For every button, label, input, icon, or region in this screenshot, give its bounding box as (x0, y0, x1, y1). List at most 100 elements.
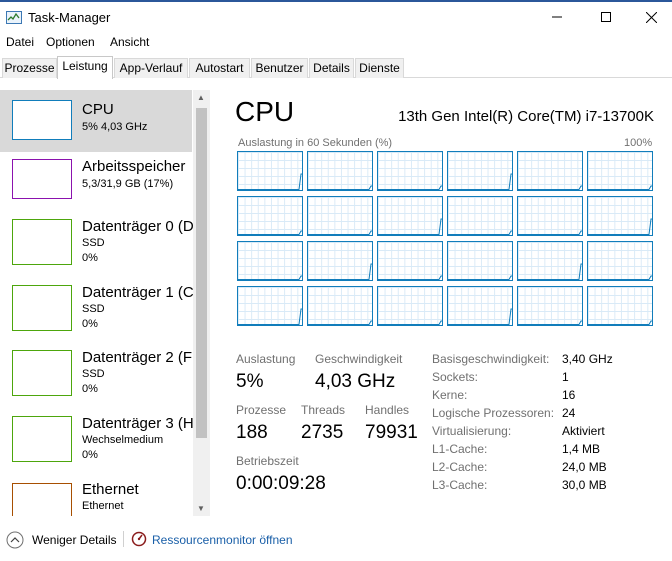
resource-monitor-icon[interactable] (131, 531, 147, 552)
logical-processor-graph (447, 241, 513, 281)
scroll-up-arrow-icon[interactable]: ▲ (197, 93, 205, 102)
tab-app-verlauf[interactable]: App-Verlauf (114, 58, 188, 78)
spec-label: Logische Prozessoren: (432, 406, 555, 420)
core-usage-line (588, 185, 652, 190)
logical-processor-graph (307, 196, 373, 236)
spec-value: 24,0 MB (562, 460, 607, 474)
tab-benutzer[interactable]: Benutzer (251, 58, 308, 78)
tab-autostart[interactable]: Autostart (189, 58, 250, 78)
menu-datei[interactable]: Datei (6, 35, 34, 49)
resource-disk-1[interactable]: Datenträger 1 (C SSD 0% (0, 280, 194, 342)
tab-dienste[interactable]: Dienste (355, 58, 404, 78)
tab-leistung[interactable]: Leistung (57, 56, 113, 79)
spec-value: 24 (562, 406, 576, 420)
core-usage-line (448, 230, 512, 235)
threads-label: Threads (301, 403, 346, 417)
resource-disk-2[interactable]: Datenträger 2 (F SSD 0% (0, 345, 192, 407)
maximize-button[interactable] (583, 2, 629, 32)
core-usage-line (238, 308, 302, 325)
resource-subtitle: 5% 4,03 GHz (82, 121, 148, 133)
open-resource-monitor-link[interactable]: Ressourcenmonitor öffnen (152, 533, 293, 547)
logical-processor-graph (447, 196, 513, 236)
resource-cpu[interactable]: CPU 5% 4,03 GHz (0, 90, 192, 152)
logical-processor-graph (587, 286, 653, 326)
logical-processor-graph (377, 286, 443, 326)
tab-prozesse[interactable]: Prozesse (2, 58, 57, 78)
tab-strip: Prozesse Leistung App-Verlauf Autostart … (0, 56, 672, 79)
resource-title: Datenträger 3 (H (82, 415, 194, 432)
resource-subtitle: Ethernet (82, 500, 124, 512)
resource-thumbnail (12, 350, 72, 396)
cpu-model-name: 13th Gen Intel(R) Core(TM) i7-13700K (398, 108, 654, 125)
resource-thumbnail (12, 285, 72, 331)
logical-processor-graph (587, 196, 653, 236)
prozesse-value: 188 (236, 422, 268, 443)
core-usage-series (238, 173, 302, 190)
resource-value: 0% (82, 252, 98, 264)
core-usage-series (448, 308, 512, 325)
core-usage-line (378, 275, 442, 280)
window-title: Task-Manager (28, 10, 111, 25)
spec-label: Sockets: (432, 370, 479, 384)
betriebszeit-label: Betriebszeit (236, 454, 299, 468)
logical-processor-graph (237, 286, 303, 326)
resource-value: 0% (82, 318, 98, 330)
resource-list-scrollbar[interactable]: ▲ ▼ (193, 90, 210, 516)
core-usage-series (518, 320, 582, 325)
scroll-down-arrow-icon[interactable]: ▼ (197, 504, 205, 513)
spec-value: 3,40 GHz (562, 352, 613, 366)
core-usage-line (378, 218, 442, 235)
logical-processor-graph (517, 151, 583, 191)
spec-label: L3-Cache: (432, 478, 488, 492)
resource-ethernet[interactable]: Ethernet Ethernet (0, 477, 192, 516)
minimize-button[interactable] (534, 2, 580, 32)
menu-optionen[interactable]: Optionen (46, 35, 95, 49)
resource-value: 0% (82, 449, 98, 461)
spec-value: 1,4 MB (562, 442, 601, 456)
core-usage-series (308, 185, 372, 190)
resource-disk-3[interactable]: Datenträger 3 (H Wechselmedium 0% (0, 411, 194, 473)
task-manager-icon (6, 11, 22, 24)
core-usage-series (238, 275, 302, 280)
core-usage-line (518, 230, 582, 235)
close-icon (645, 11, 657, 23)
core-usage-series (588, 218, 652, 235)
handles-value: 79931 (365, 422, 418, 443)
core-usage-line (238, 275, 302, 280)
tab-details[interactable]: Details (309, 58, 354, 78)
logical-processor-graph (237, 151, 303, 191)
footer-bar: Weniger Details Ressourcenmonitor öffnen (0, 526, 672, 554)
resource-subtitle: 5,3/31,9 GB (17%) (82, 178, 174, 190)
core-usage-line (448, 173, 512, 190)
handles-label: Handles (365, 403, 410, 417)
core-usage-line (238, 173, 302, 190)
betriebszeit-value: 0:00:09:28 (236, 473, 326, 494)
spec-label: L2-Cache: (432, 460, 488, 474)
footer-separator (123, 531, 124, 547)
logical-processor-graph (517, 241, 583, 281)
core-usage-series (308, 263, 372, 280)
core-usage-series (588, 185, 652, 190)
logical-processor-graph (587, 241, 653, 281)
spec-value: 1 (562, 370, 569, 384)
logical-processor-graph (377, 151, 443, 191)
core-usage-line (378, 320, 442, 325)
resource-memory[interactable]: Arbeitsspeicher 5,3/31,9 GB (17%) (0, 154, 192, 216)
resource-thumbnail (12, 159, 72, 199)
resource-disk-0[interactable]: Datenträger 0 (D SSD 0% (0, 214, 194, 276)
close-button[interactable] (628, 2, 672, 32)
core-usage-line (448, 275, 512, 280)
fewer-details-button[interactable]: Weniger Details (32, 533, 116, 547)
resource-title: Datenträger 0 (D (82, 218, 194, 235)
core-usage-series (378, 218, 442, 235)
core-usage-series (448, 173, 512, 190)
menu-ansicht[interactable]: Ansicht (110, 35, 149, 49)
core-usage-series (378, 185, 442, 190)
chevron-up-icon[interactable] (6, 531, 24, 554)
spec-label: Virtualisierung: (432, 424, 512, 438)
menu-bar: Datei Optionen Ansicht (0, 34, 672, 52)
resource-thumbnail (12, 416, 72, 462)
scrollbar-thumb[interactable] (196, 108, 207, 438)
spec-label: L1-Cache: (432, 442, 488, 456)
resource-title: Ethernet (82, 481, 139, 498)
